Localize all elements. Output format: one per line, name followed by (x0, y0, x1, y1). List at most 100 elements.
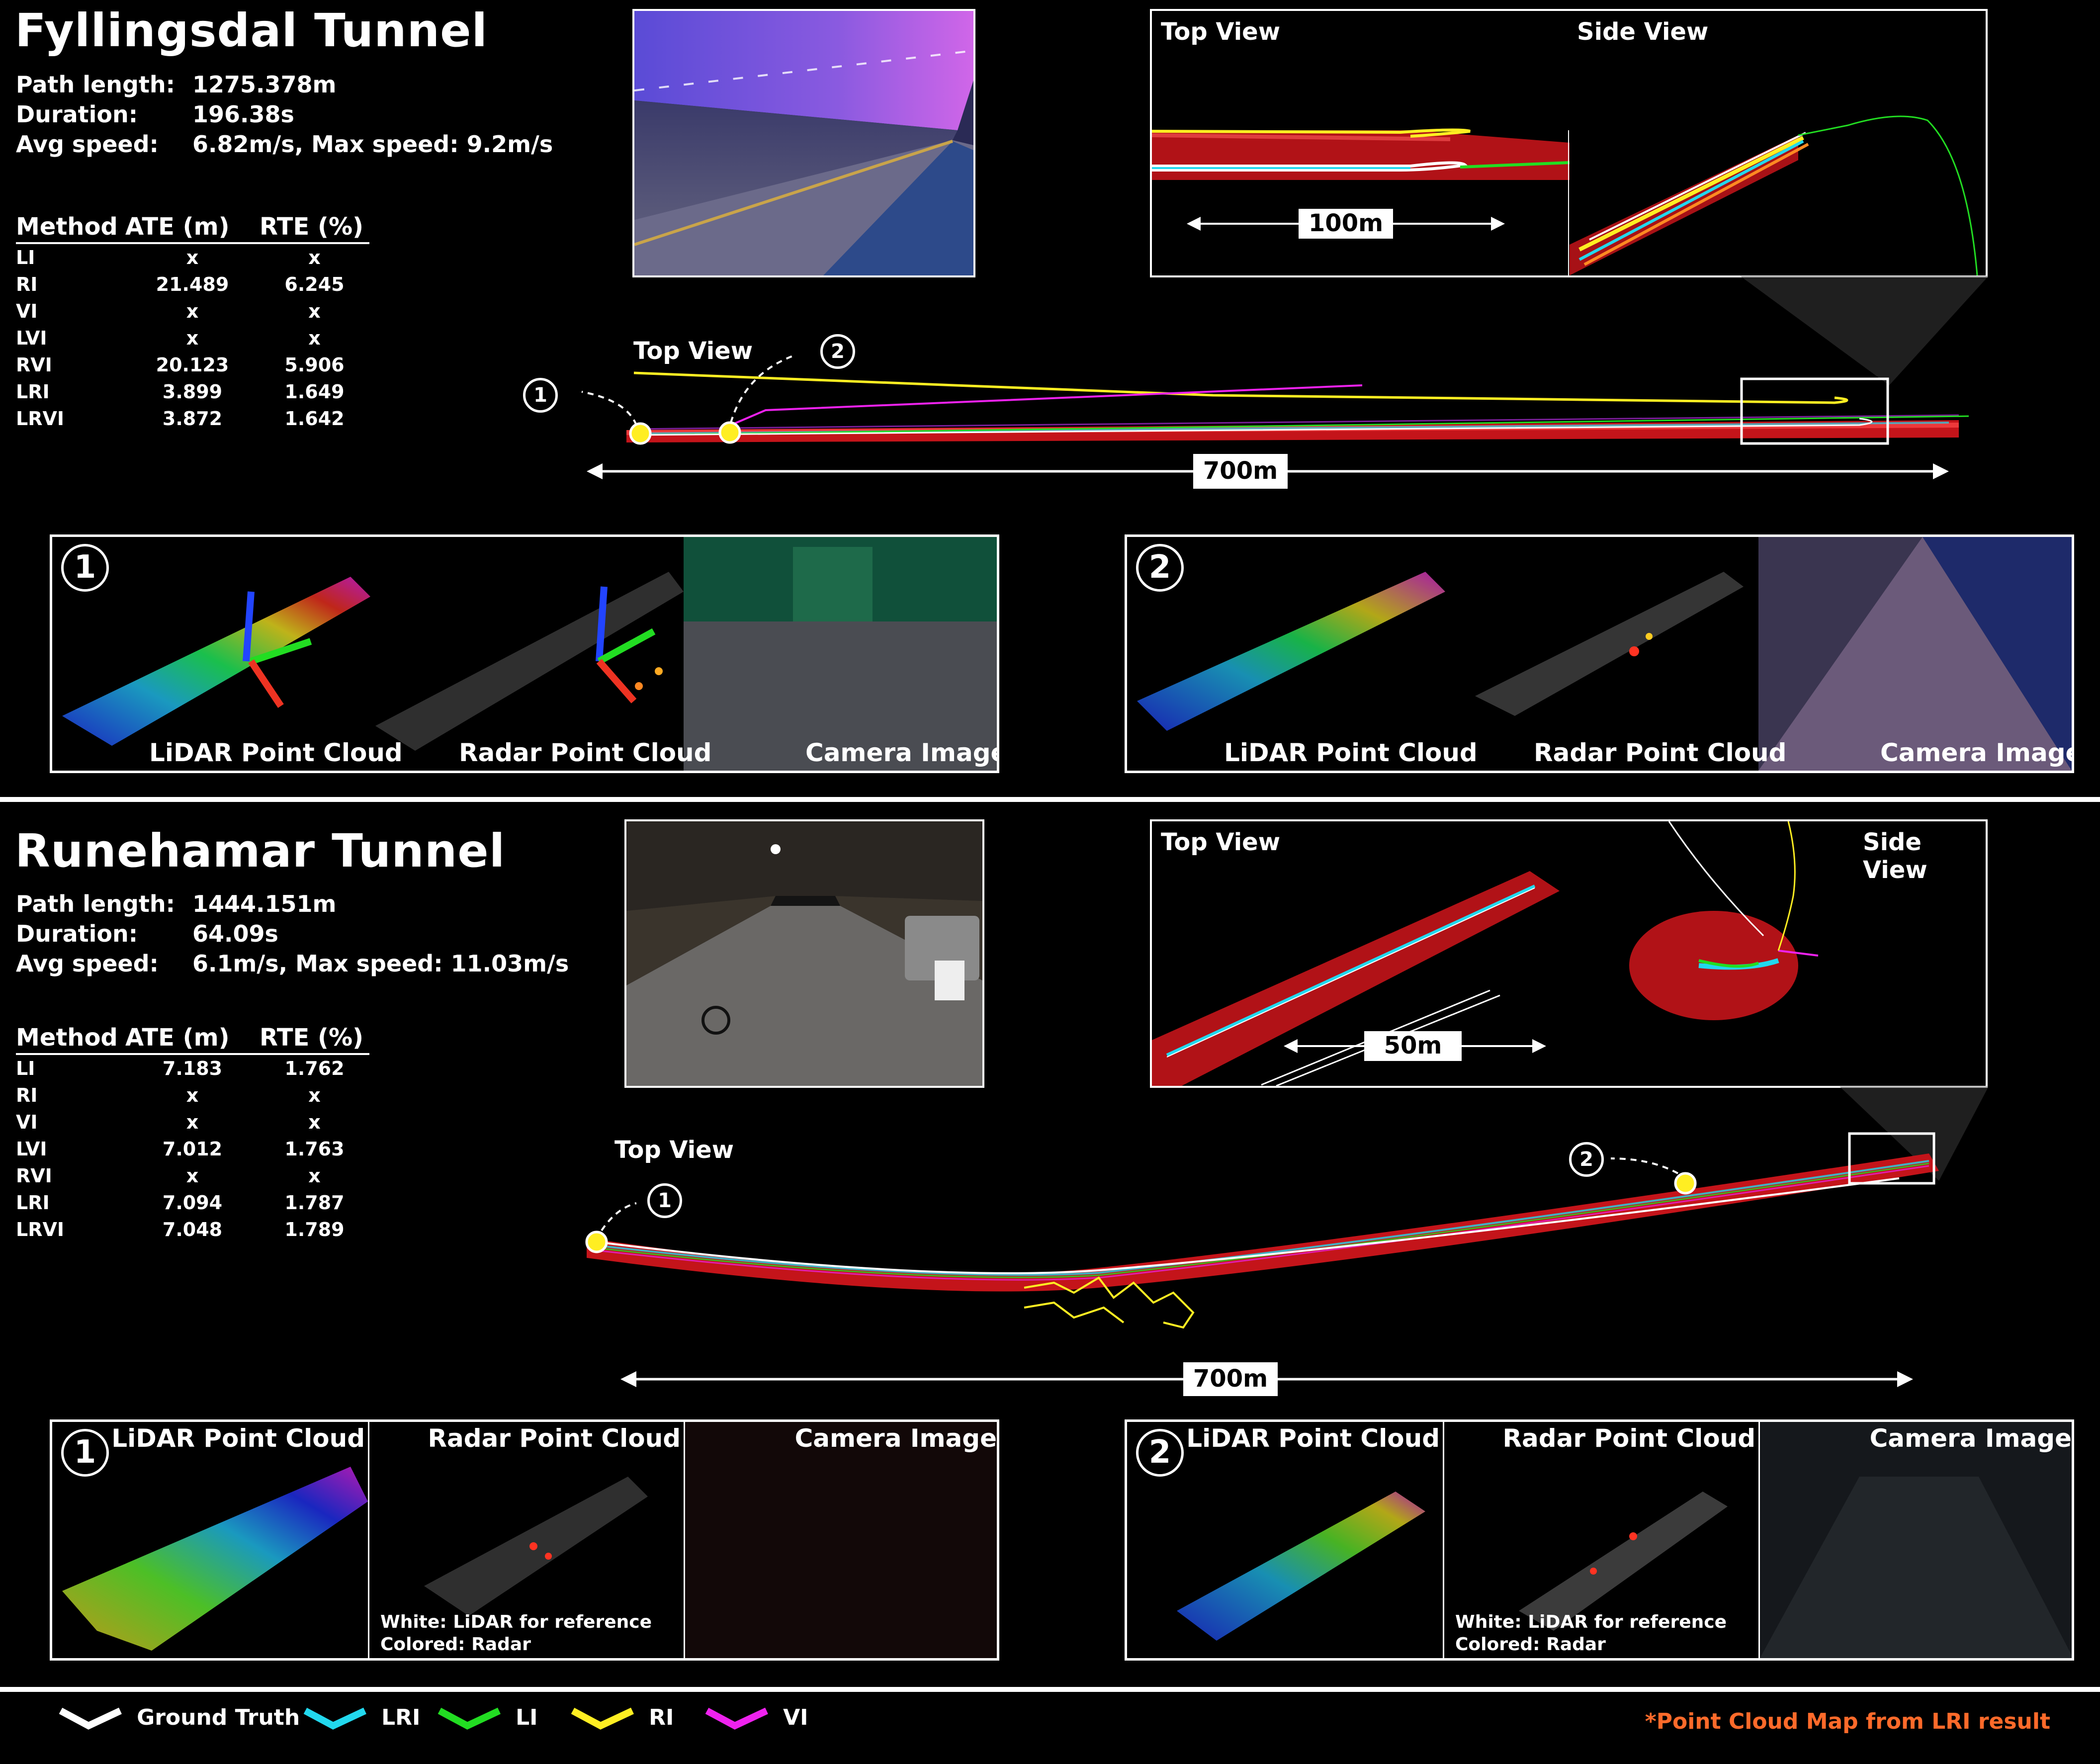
sensor-panel-1-fyllingsdal: 1 LiDAR Point Cloud Radar Point Cloud Ca… (50, 534, 999, 773)
inset-zoom-runehamar: Top View Side View 50m (1150, 819, 1988, 1088)
radar-point-cloud-image (1475, 572, 1744, 716)
radar-note-white: White: LiDAR for reference (1455, 1612, 1727, 1632)
table-header: ATE (m) (125, 211, 260, 244)
table-row: VI x x (16, 1111, 321, 1133)
marker-point-2 (718, 421, 741, 444)
camera-image (1760, 1422, 2072, 1658)
stats-runehamar: Path length: 1444.151m Duration: 64.09s Av… (16, 889, 569, 978)
marker-label-2: 2 (820, 334, 855, 369)
marker-point-2 (1674, 1172, 1697, 1195)
tunnel-photo-fyllingsdal (632, 9, 975, 277)
camera-image (684, 537, 997, 771)
table-row: LRI 7.094 1.787 (16, 1192, 345, 1214)
sensor-panel-2-runehamar: 2 LiDAR Point Cloud Radar Point Cloud Wh… (1125, 1419, 2074, 1661)
table-row: VI x x (16, 300, 321, 322)
section-title-runehamar: Runehamar Tunnel (15, 824, 506, 878)
tunnel-photo-runehamar (624, 819, 984, 1088)
lidar-label: LiDAR Point Cloud (1224, 738, 1478, 767)
table-header: RTE (%) (260, 211, 370, 244)
stat-path-length: Path length: 1444.151m (16, 890, 337, 917)
inset-scale-label: 100m (1299, 209, 1393, 239)
inset-side-view-label: Side View (1863, 828, 1927, 884)
radar-label: Radar Point Cloud (1502, 1424, 1755, 1453)
legend-label: RI (649, 1704, 674, 1730)
table-row: LVI 7.012 1.763 (16, 1138, 345, 1160)
panel-number-badge: 1 (61, 1429, 109, 1477)
radar-view: Radar Point Cloud White: LiDAR for refer… (1443, 1422, 1758, 1658)
legend-item-lri: LRI (303, 1700, 420, 1735)
radar-label: Radar Point Cloud (1534, 738, 1787, 767)
camera-image (685, 1422, 997, 1658)
marker-label-2: 2 (1569, 1142, 1604, 1177)
legend-item-ri: RI (571, 1700, 674, 1735)
camera-image (1758, 537, 2072, 771)
marker-label-1: 1 (523, 378, 558, 413)
legend-label: VI (783, 1704, 808, 1730)
section-title-fyllingsdal: Fyllingsdal Tunnel (15, 4, 488, 57)
lidar-label: LiDAR Point Cloud (111, 1424, 365, 1453)
panel-number-badge: 1 (61, 544, 109, 592)
ground-truth-swatch-icon (59, 1707, 122, 1730)
table-header: Method (16, 1022, 125, 1055)
radar-view: Radar Point Cloud White: LiDAR for refer… (368, 1422, 684, 1658)
table-row: LRVI 7.048 1.789 (16, 1219, 345, 1240)
sensor-panel-1-runehamar: 1 LiDAR Point Cloud Radar Point Cloud Wh… (50, 1419, 999, 1661)
results-table-runehamar: Method ATE (m) RTE (%) LI 7.183 1.762 RI x x… (16, 1022, 370, 1243)
inset-trajectory-plot (1152, 821, 1819, 1086)
camera-view: Camera Image (1758, 1422, 2072, 1658)
stats-fyllingsdal: Path length: 1275.378m Duration: 196.38s A… (16, 70, 553, 159)
radar-view (1445, 537, 1758, 771)
radar-note-white: White: LiDAR for reference (380, 1612, 652, 1632)
inset-scale-bar: 50m (1284, 1031, 1546, 1061)
lidar-view: 2 LiDAR Point Cloud (1127, 1422, 1443, 1658)
marker-point-1 (585, 1231, 608, 1253)
section-divider (0, 1687, 2100, 1692)
panel-number-badge: 2 (1136, 544, 1184, 592)
map-scale-label: 700m (1183, 1362, 1278, 1396)
table-row: LVI x x (16, 327, 321, 349)
stat-duration: Duration: 64.09s (16, 920, 278, 947)
trajectory-map-runehamar (585, 1132, 1939, 1329)
li-swatch-icon (438, 1707, 501, 1730)
camera-label: Camera Image (794, 1424, 997, 1453)
table-header: Method (16, 211, 125, 244)
legend-item-vi: VI (705, 1700, 808, 1735)
radar-note-colored: Colored: Radar (1455, 1634, 1606, 1655)
table-row: RI x x (16, 1084, 321, 1106)
legend-label: Ground Truth (137, 1704, 300, 1730)
camera-label: Camera Image (1869, 1424, 2072, 1453)
lidar-view: 1 LiDAR Point Cloud (52, 1422, 368, 1658)
table-header-row: Method ATE (m) RTE (%) (16, 211, 370, 244)
legend-item-li: LI (438, 1700, 538, 1735)
table-row: RI 21.489 6.245 (16, 273, 345, 295)
camera-label: Camera Image (805, 738, 999, 767)
tunnel-photo-illustration (634, 11, 973, 275)
inset-top-view-label: Top View (1161, 828, 1281, 856)
inset-scale-bar: 100m (1187, 209, 1505, 239)
results-table-fyllingsdal: Method ATE (m) RTE (%) LI x x RI 21.489 6.24… (16, 211, 370, 432)
section-divider (0, 797, 2100, 802)
table-header-row: Method ATE (m) RTE (%) (16, 1022, 370, 1055)
inset-zoom-fyllingsdal: Top View Side View 100m (1150, 9, 1988, 277)
marker-label-1: 1 (647, 1183, 682, 1218)
vi-swatch-icon (705, 1707, 768, 1730)
sensor-panel-2-fyllingsdal: 2 LiDAR Point Cloud Radar Point Cloud Ca… (1125, 534, 2074, 773)
camera-view (1758, 537, 2072, 771)
table-header: ATE (m) (125, 1022, 260, 1055)
table-header: RTE (%) (260, 1022, 370, 1055)
ri-swatch-icon (571, 1707, 634, 1730)
camera-label: Camera Image (1880, 738, 2074, 767)
camera-view (684, 537, 997, 771)
stat-path-length: Path length: 1275.378m (16, 71, 337, 98)
legend-label: LRI (381, 1704, 421, 1730)
table-row: LRI 3.899 1.649 (16, 381, 345, 403)
table-row: RVI x x (16, 1165, 321, 1187)
radar-label: Radar Point Cloud (459, 738, 712, 767)
legend: Ground Truth LRI LI RI VI *Point Cloud M… (0, 1692, 2100, 1764)
radar-label: Radar Point Cloud (428, 1424, 681, 1453)
stat-duration: Duration: 196.38s (16, 101, 294, 128)
legend-label: LI (516, 1704, 538, 1730)
radar-point-cloud-image (375, 572, 684, 751)
lri-swatch-icon (303, 1707, 366, 1730)
marker-point-1 (629, 422, 652, 445)
